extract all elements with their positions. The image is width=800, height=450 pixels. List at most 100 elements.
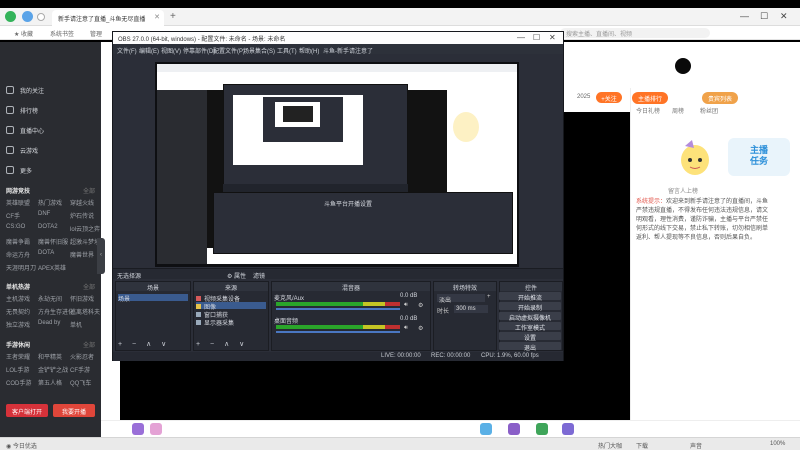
bookmark-manage[interactable]: 管理 [90,29,102,38]
obs-maximize-icon[interactable]: ☐ [533,33,540,42]
close-window-icon[interactable]: ✕ [780,11,788,22]
gift-icon[interactable] [536,423,548,435]
obs-studio-mode-button[interactable]: 工作室模式 [499,322,561,332]
sidebar-game-link[interactable]: 命运方舟 [6,250,30,259]
minimize-icon[interactable]: — [740,11,749,21]
obs-menu-edit[interactable]: 编辑(E) [139,46,159,55]
user-avatar[interactable] [675,58,691,74]
obs-start-stream-button[interactable]: 开始推流 [499,292,561,302]
sidebar-game-link[interactable]: CF手 [6,211,20,220]
sidebar-game-link[interactable]: 火影忍者 [70,352,94,361]
tab-anchor-rank[interactable]: 主播排行 [632,92,669,104]
anchor-task-badge[interactable]: 主播 任务 [728,138,790,176]
sidebar-game-link[interactable]: 王者荣耀 [6,352,30,361]
obs-duration-input[interactable]: 300 ms [454,305,488,313]
search-input[interactable]: 搜索主播、直播间、视频 [560,28,710,38]
sidebar-game-link[interactable]: 单机 [70,320,82,329]
start-live-button[interactable]: 我要开播 [53,404,95,417]
sidebar-game-link[interactable]: 方舟生存进化 [38,307,74,316]
obs-scene-item[interactable]: 场景 [118,294,188,303]
sidebar-item-live-center[interactable]: 直播中心 [6,124,44,136]
sidebar-game-link[interactable]: 和平精英 [38,352,62,361]
section-more-mobile[interactable]: 全部 [83,340,95,349]
obs-menu-tools[interactable]: 工具(T) [277,46,297,55]
follow-button[interactable]: +关注 [596,92,622,103]
sidebar-game-link[interactable]: CS:GO [6,224,25,230]
tab-vip-list[interactable]: 贵宾列表 [702,92,739,104]
speaker-icon[interactable]: 🔊︎ [404,302,408,309]
obs-filters-button[interactable]: 滤镜 [253,271,265,280]
obs-source-window-capture[interactable]: 窗口捕获 [196,310,228,319]
sidebar-game-link[interactable]: 永劫无间 [38,294,62,303]
obs-menu-view[interactable]: 视图(V) [161,46,181,55]
sidebar-game-link[interactable]: 魔兽世界 [70,250,94,259]
section-more-single[interactable]: 全部 [83,282,95,291]
sidebar-game-link[interactable]: 主机游戏 [6,294,30,303]
close-tab-icon[interactable]: ✕ [154,13,160,21]
sidebar-game-link[interactable]: 魔兽争霸 [6,237,30,246]
obs-window[interactable]: OBS 27.0.0 (64-bit, windows) - 配置文件: 未命名… [112,31,564,361]
status-sound[interactable]: 声音 [690,441,702,450]
obs-virtual-camera-button[interactable]: 启动虚拟摄像机 [499,312,561,322]
obs-source-video-capture[interactable]: 视频采集设备 [196,294,240,303]
speaker-icon[interactable]: 🔊︎ [404,325,408,332]
sidebar-game-link[interactable]: 魔兽怀旧服 [38,237,68,246]
obs-settings-button[interactable]: 设置 [499,332,561,342]
obs-desktop-volume-slider[interactable] [276,331,400,333]
status-left[interactable]: ◉ 今日优选 [6,441,37,450]
sidebar-game-link[interactable]: QQ飞车 [70,378,91,387]
obs-scenes-controls[interactable]: + − ∧ ∨ [118,340,170,348]
sidebar-game-link[interactable]: 炉石传说 [70,211,94,220]
home-icon[interactable] [37,13,45,21]
sidebar-game-link[interactable]: 金铲铲之战 [38,365,68,374]
obs-menu-file[interactable]: 文件(F) [117,46,137,55]
sidebar-item-follow[interactable]: 我的关注 [6,84,44,96]
sidebar-game-link[interactable]: LOL手游 [6,365,29,374]
sidebar-item-rank[interactable]: 排行榜 [6,104,38,116]
obs-menu-douyu[interactable]: 斗鱼-新手请注意了 [323,46,373,55]
new-tab-icon[interactable]: + [170,11,176,22]
obs-minimize-icon[interactable]: — [517,33,525,42]
sidebar-game-link[interactable]: lol云顶之弈 [70,224,100,233]
refresh-icon[interactable] [22,11,33,22]
sidebar-game-link[interactable]: 超激斗梦境 [70,237,100,246]
sidebar-collapse-toggle[interactable]: ‹ [97,238,105,274]
sidebar-game-link[interactable]: 独立游戏 [6,320,30,329]
obs-title-bar[interactable]: OBS 27.0.0 (64-bit, windows) - 配置文件: 未命名… [113,32,563,44]
sidebar-game-link[interactable]: COD手游 [6,378,31,387]
sidebar-game-link[interactable]: 第五人格 [38,378,62,387]
status-hot[interactable]: 热门大咖 [598,441,622,450]
sidebar-game-link[interactable]: APEX英雄 [38,263,66,272]
sidebar-game-link[interactable]: 逃离塔科夫 [70,307,100,316]
subtab-fans[interactable]: 粉丝团 [700,106,718,115]
sidebar-item-cloud-game[interactable]: 云游戏 [6,144,38,156]
obs-sources-controls[interactable]: + − ∧ ∨ [196,340,248,348]
sidebar-game-link[interactable]: Dead by [38,320,60,326]
sidebar-game-link[interactable]: DNF [38,211,50,217]
bookmark-system[interactable]: 系统书签 [50,29,74,38]
sidebar-game-link[interactable]: DOTA2 [38,224,58,230]
sidebar-game-link[interactable]: 热门游戏 [38,198,62,207]
subtab-today[interactable]: 今日礼榜 [636,106,660,115]
gear-icon[interactable]: ⚙ [418,325,423,332]
bookmark-favorites[interactable]: ★ 收藏 [14,29,33,38]
subtab-week[interactable]: 周榜 [672,106,684,115]
maximize-icon[interactable]: ☐ [760,11,768,22]
browser-tab-active[interactable]: 新手请注意了直播_斗鱼无尽直播 ✕ [52,10,164,26]
obs-menu-scene-collection[interactable]: 场景集合(S) [243,46,275,55]
status-zoom[interactable]: 100% [770,441,785,447]
obs-close-icon[interactable]: ✕ [549,33,556,42]
gift-icon[interactable] [562,423,574,435]
section-more-online[interactable]: 全部 [83,186,95,195]
gift-icon[interactable] [508,423,520,435]
gift-icon[interactable] [150,423,162,435]
gear-icon[interactable]: ⚙ [418,302,423,309]
obs-menu-docks[interactable]: 停靠部件(D) [183,46,215,55]
obs-exit-button[interactable]: 退出 [499,342,561,352]
obs-source-display-capture[interactable]: 显示器采集 [196,318,234,327]
obs-mic-volume-slider[interactable] [276,308,400,310]
sidebar-game-link[interactable]: CF手游 [70,365,90,374]
obs-source-image[interactable]: 图像 [196,302,266,311]
obs-menu-profile[interactable]: 配置文件(P) [213,46,245,55]
obs-transition-select[interactable]: 淡出 [437,294,485,304]
